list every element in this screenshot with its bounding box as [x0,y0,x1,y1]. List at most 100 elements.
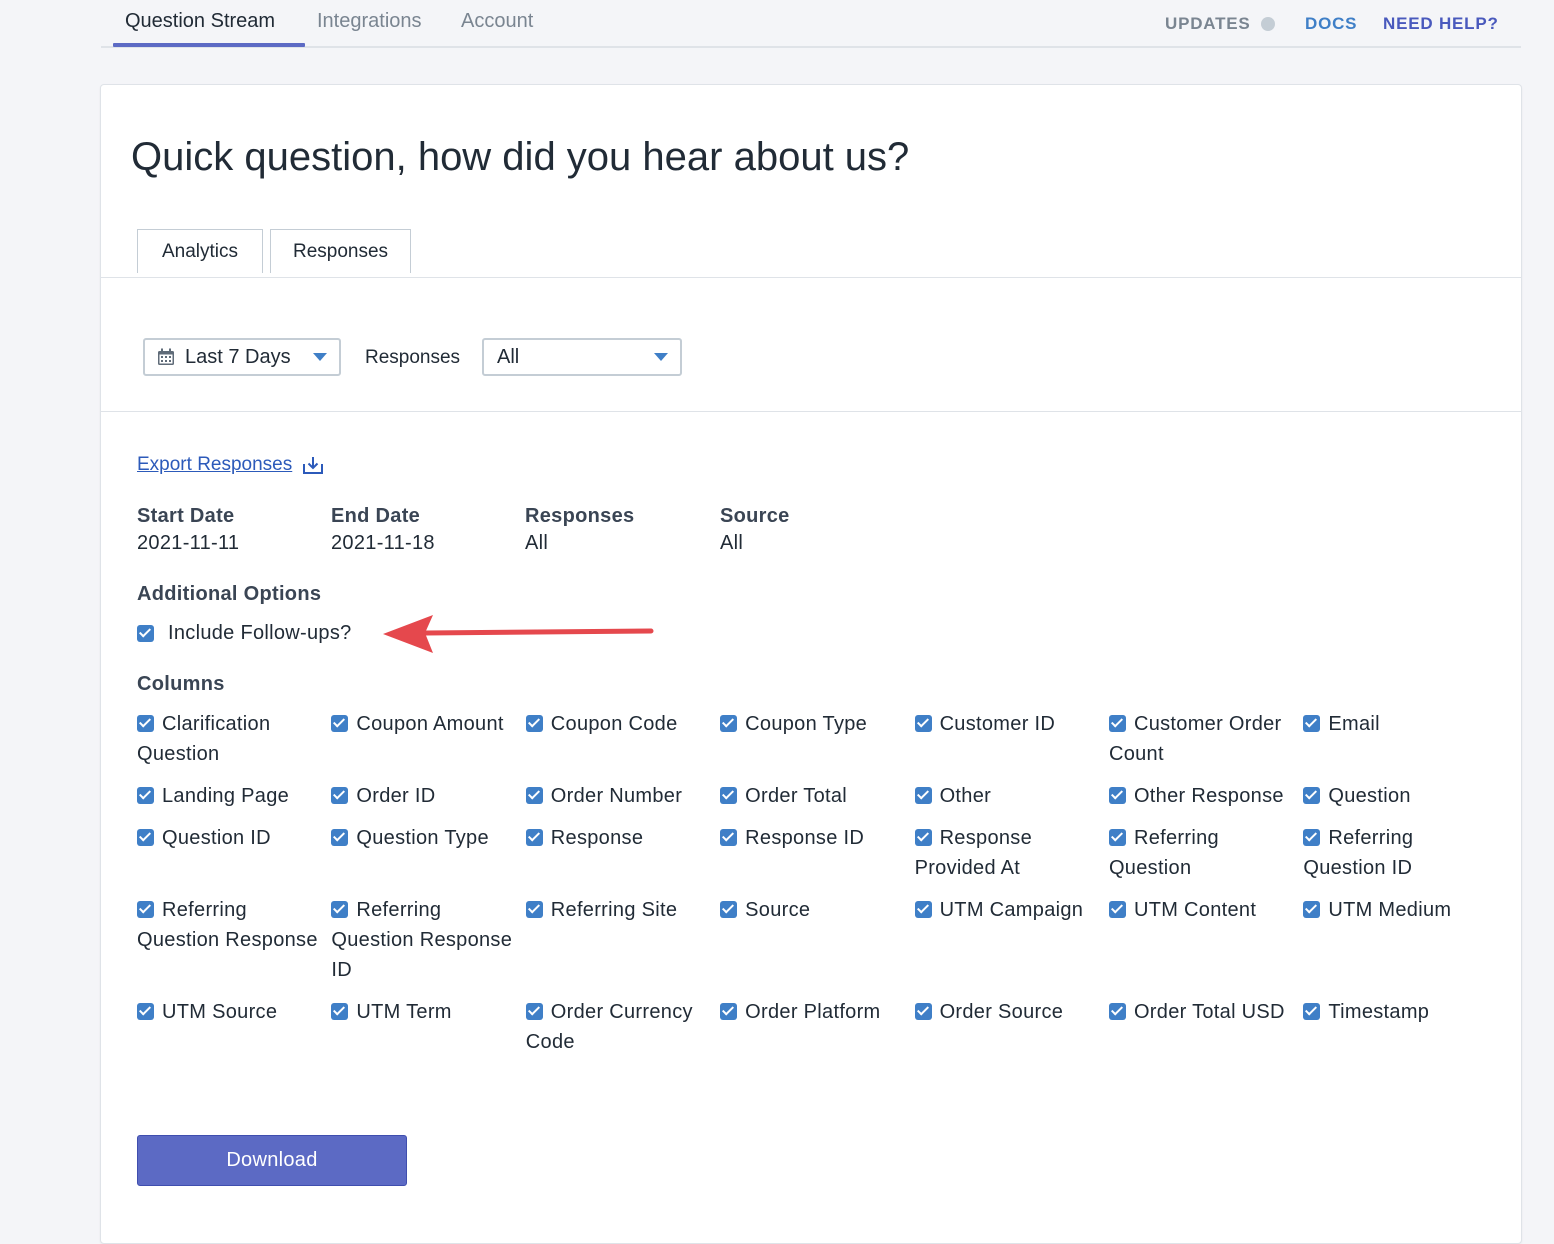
updates-link[interactable]: UPDATES [1165,14,1275,34]
checkbox-checked-icon[interactable] [1303,715,1321,732]
include-followups-label: Include Follow-ups? [168,622,352,644]
column-checkbox[interactable]: Customer Order Count [1108,709,1303,769]
column-label: Referring Question Response ID [331,899,513,981]
checkbox-checked-icon[interactable] [914,715,932,732]
column-checkbox[interactable]: Order Number [525,781,720,811]
checkbox-checked-icon[interactable] [525,715,543,732]
checkbox-checked-icon[interactable] [525,787,543,804]
column-label: Source [745,899,811,921]
column-label: Order Total USD [1133,1001,1285,1023]
filters-divider [101,411,1521,412]
column-checkbox[interactable]: Order ID [331,781,525,811]
column-checkbox[interactable]: Question [1303,781,1497,811]
checkbox-checked-icon[interactable] [1303,1003,1321,1020]
nav-tab-integrations[interactable]: Integrations [317,10,422,33]
column-checkbox[interactable]: Order Total USD [1108,997,1303,1057]
tab-responses[interactable]: Responses [270,229,411,273]
column-label: UTM Campaign [939,899,1084,921]
column-checkbox[interactable]: Response [525,823,720,883]
checkbox-checked-icon[interactable] [720,787,738,804]
column-checkbox[interactable]: Customer ID [914,709,1109,769]
checkbox-checked-icon[interactable] [914,787,932,804]
column-checkbox[interactable]: Other [914,781,1109,811]
nav-tab-account[interactable]: Account [461,10,533,33]
column-checkbox[interactable]: Landing Page [137,781,331,811]
checkbox-checked-icon[interactable] [525,829,543,846]
column-checkbox[interactable]: UTM Campaign [914,895,1109,985]
checkbox-checked-icon[interactable] [525,1003,543,1020]
responses-filter-value: All [497,345,520,368]
column-checkbox[interactable]: Email [1303,709,1497,769]
column-checkbox[interactable]: UTM Content [1108,895,1303,985]
checkbox-checked-icon[interactable] [1108,829,1126,846]
checkbox-checked-icon[interactable] [914,829,932,846]
checkbox-checked-icon[interactable] [1303,787,1321,804]
checkbox-checked-icon[interactable] [137,829,154,846]
date-range-value: Last 7 Days [185,345,291,368]
nav-tab-question-stream[interactable]: Question Stream [125,10,275,33]
column-checkbox[interactable]: UTM Medium [1303,895,1497,985]
checkbox-checked-icon[interactable] [331,787,349,804]
checkbox-checked-icon[interactable] [137,715,154,732]
column-checkbox[interactable]: Question Type [331,823,525,883]
column-label: Coupon Code [550,713,678,735]
checkbox-checked-icon[interactable] [914,1003,932,1020]
checkbox-checked-icon[interactable] [1303,829,1321,846]
column-checkbox[interactable]: Question ID [137,823,331,883]
checkbox-checked-icon[interactable] [331,1003,349,1020]
column-checkbox[interactable]: Referring Question Response ID [331,895,525,985]
column-checkbox[interactable]: Referring Question [1108,823,1303,883]
checkbox-checked-icon[interactable] [720,715,738,732]
column-checkbox[interactable]: Referring Site [525,895,720,985]
column-label: Response Provided At [914,827,1033,879]
column-checkbox[interactable]: Coupon Type [720,709,914,769]
checkbox-checked-icon[interactable] [137,901,154,918]
column-checkbox[interactable]: Referring Question ID [1303,823,1497,883]
column-checkbox[interactable]: UTM Term [331,997,525,1057]
checkbox-checked-icon[interactable] [720,1003,738,1020]
checkbox-checked-icon[interactable] [1108,715,1126,732]
column-checkbox[interactable]: Coupon Amount [331,709,525,769]
checkbox-checked-icon[interactable] [1108,1003,1126,1020]
column-checkbox[interactable]: UTM Source [137,997,331,1057]
column-checkbox[interactable]: Other Response [1108,781,1303,811]
docs-link[interactable]: DOCS [1305,14,1357,34]
column-checkbox[interactable]: Response ID [720,823,914,883]
column-checkbox[interactable]: Order Platform [720,997,914,1057]
checkbox-checked-icon[interactable] [1108,787,1126,804]
column-checkbox[interactable]: Response Provided At [914,823,1109,883]
checkbox-checked-icon[interactable] [525,901,543,918]
checkbox-checked-icon[interactable] [331,715,349,732]
checkbox-checked-icon[interactable] [720,901,738,918]
responses-filter-select[interactable]: All [482,338,682,376]
column-checkbox[interactable]: Timestamp [1303,997,1497,1057]
source-summary-value: All [720,532,744,554]
column-label: Coupon Amount [356,713,504,735]
need-help-link[interactable]: NEED HELP? [1383,14,1499,34]
checkbox-checked-icon[interactable] [137,787,154,804]
column-checkbox[interactable]: Source [720,895,914,985]
checkbox-checked-icon[interactable] [1108,901,1126,918]
checkbox-checked-icon[interactable] [331,901,349,918]
column-checkbox[interactable]: Order Currency Code [525,997,720,1057]
checkbox-checked-icon[interactable] [720,829,738,846]
column-checkbox[interactable]: Referring Question Response [137,895,331,985]
column-checkbox[interactable]: Clarification Question [137,709,331,769]
download-button[interactable]: Download [137,1135,407,1186]
checkbox-checked-icon[interactable] [137,625,154,642]
checkbox-checked-icon[interactable] [331,829,349,846]
checkbox-checked-icon[interactable] [914,901,932,918]
tab-analytics[interactable]: Analytics [137,229,263,273]
date-range-select[interactable]: Last 7 Days [143,338,341,376]
end-date-value: 2021-11-18 [331,532,435,554]
checkbox-checked-icon[interactable] [1303,901,1321,918]
column-checkbox[interactable]: Coupon Code [525,709,720,769]
column-checkbox[interactable]: Order Total [720,781,914,811]
checkbox-checked-icon[interactable] [137,1003,154,1020]
include-followups-checkbox[interactable]: Include Follow-ups? [137,622,352,645]
column-label: Clarification Question [137,713,271,765]
page-title: Quick question, how did you hear about u… [131,135,910,179]
export-responses-link[interactable]: Export Responses [137,454,324,476]
column-label: Order Total [745,785,848,807]
column-checkbox[interactable]: Order Source [914,997,1109,1057]
